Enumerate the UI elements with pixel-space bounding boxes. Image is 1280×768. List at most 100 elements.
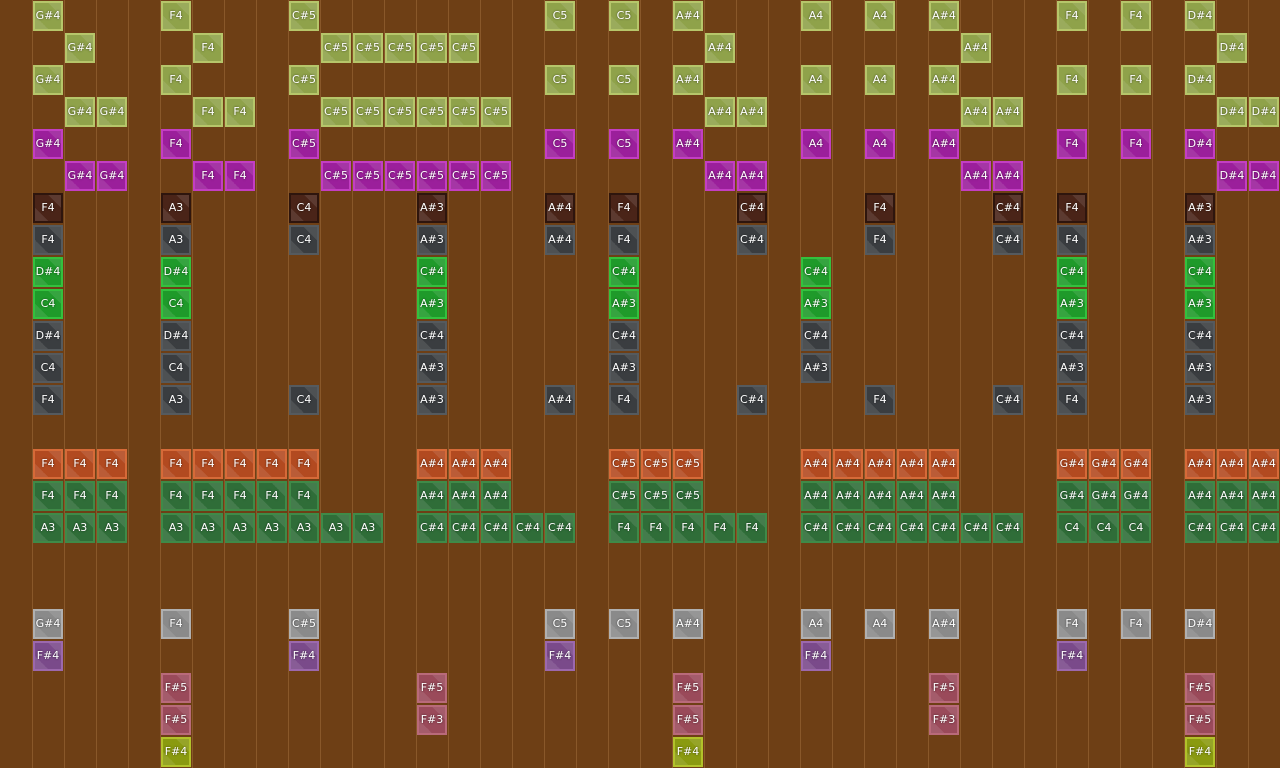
note-block[interactable]: F4 [97, 481, 127, 511]
note-block[interactable]: C#4 [449, 513, 479, 543]
note-block[interactable]: C#4 [417, 513, 447, 543]
note-grid-board[interactable]: G#4F4C#5C5C5A#4A4A4A#4F4F4D#4G#4F4C#5C#5… [0, 0, 1280, 768]
note-block[interactable]: C4 [161, 289, 191, 319]
note-block[interactable]: A#3 [417, 225, 447, 255]
note-block[interactable]: D#4 [1249, 97, 1279, 127]
note-block[interactable]: G#4 [33, 1, 63, 31]
note-block[interactable]: F#4 [801, 641, 831, 671]
note-block[interactable]: F4 [65, 449, 95, 479]
note-block[interactable]: A#4 [929, 65, 959, 95]
note-block[interactable]: C#5 [385, 97, 415, 127]
note-block[interactable]: F#3 [417, 705, 447, 735]
note-block[interactable]: F4 [161, 1, 191, 31]
note-block[interactable]: F4 [161, 609, 191, 639]
note-block[interactable]: A#4 [481, 481, 511, 511]
note-block[interactable]: A#3 [417, 385, 447, 415]
note-block[interactable]: A3 [161, 193, 191, 223]
note-block[interactable]: F4 [865, 225, 895, 255]
note-block[interactable]: A#4 [673, 129, 703, 159]
note-block[interactable]: C#4 [961, 513, 991, 543]
note-block[interactable]: A#4 [1249, 481, 1279, 511]
note-block[interactable]: A#4 [801, 449, 831, 479]
note-block[interactable]: C#5 [385, 33, 415, 63]
note-block[interactable]: A#4 [865, 449, 895, 479]
note-block[interactable]: F4 [1121, 609, 1151, 639]
note-block[interactable]: F4 [33, 385, 63, 415]
note-block[interactable]: C#4 [993, 385, 1023, 415]
note-block[interactable]: F4 [225, 481, 255, 511]
note-block[interactable]: A4 [801, 65, 831, 95]
note-block[interactable]: C5 [609, 1, 639, 31]
note-block[interactable]: C#4 [833, 513, 863, 543]
note-block[interactable]: F#4 [289, 641, 319, 671]
note-block[interactable]: A#4 [737, 161, 767, 191]
note-block[interactable]: C#5 [289, 129, 319, 159]
note-block[interactable]: A3 [33, 513, 63, 543]
note-block[interactable]: A3 [65, 513, 95, 543]
note-block[interactable]: F#5 [673, 705, 703, 735]
note-block[interactable]: F4 [641, 513, 671, 543]
note-block[interactable]: D#4 [1185, 609, 1215, 639]
note-block[interactable]: F4 [673, 513, 703, 543]
note-block[interactable]: D#4 [161, 257, 191, 287]
note-block[interactable]: A#4 [865, 481, 895, 511]
note-block[interactable]: A3 [193, 513, 223, 543]
note-block[interactable]: A#3 [1185, 289, 1215, 319]
note-block[interactable]: A#4 [833, 449, 863, 479]
note-block[interactable]: C#4 [609, 321, 639, 351]
note-block[interactable]: A#3 [417, 193, 447, 223]
note-block[interactable]: C#4 [993, 225, 1023, 255]
note-block[interactable]: A#4 [545, 225, 575, 255]
note-block[interactable]: A#4 [1185, 481, 1215, 511]
note-block[interactable]: A3 [97, 513, 127, 543]
note-block[interactable]: F#5 [1185, 673, 1215, 703]
note-block[interactable]: A#4 [1217, 449, 1247, 479]
note-block[interactable]: F4 [1121, 65, 1151, 95]
note-block[interactable]: F#5 [673, 673, 703, 703]
note-block[interactable]: A#4 [897, 449, 927, 479]
note-block[interactable]: F4 [1057, 193, 1087, 223]
note-block[interactable]: F4 [193, 33, 223, 63]
note-block[interactable]: C#4 [929, 513, 959, 543]
note-block[interactable]: C#5 [609, 449, 639, 479]
note-block[interactable]: F4 [1057, 1, 1087, 31]
note-block[interactable]: F4 [225, 97, 255, 127]
note-block[interactable]: D#4 [161, 321, 191, 351]
note-block[interactable]: A#4 [737, 97, 767, 127]
note-block[interactable]: D#4 [1185, 1, 1215, 31]
note-block[interactable]: C#5 [481, 161, 511, 191]
note-block[interactable]: F4 [289, 481, 319, 511]
note-block[interactable]: C5 [545, 609, 575, 639]
note-block[interactable]: C#5 [321, 97, 351, 127]
note-block[interactable]: A#3 [1057, 289, 1087, 319]
note-block[interactable]: D#4 [1249, 161, 1279, 191]
note-block[interactable]: A#4 [449, 481, 479, 511]
note-block[interactable]: G#4 [65, 161, 95, 191]
note-block[interactable]: F4 [705, 513, 735, 543]
note-block[interactable]: F#3 [929, 705, 959, 735]
note-block[interactable]: G#4 [33, 65, 63, 95]
note-block[interactable]: A#4 [417, 481, 447, 511]
note-block[interactable]: C#4 [1217, 513, 1247, 543]
note-block[interactable]: A#3 [1185, 225, 1215, 255]
note-block[interactable]: A#3 [801, 289, 831, 319]
note-block[interactable]: A#4 [929, 609, 959, 639]
note-block[interactable]: C#4 [737, 385, 767, 415]
note-block[interactable]: C#4 [897, 513, 927, 543]
note-block[interactable]: F4 [33, 225, 63, 255]
note-block[interactable]: A#4 [1249, 449, 1279, 479]
note-block[interactable]: F4 [193, 449, 223, 479]
note-block[interactable]: A#3 [1057, 353, 1087, 383]
note-block[interactable]: A#4 [449, 449, 479, 479]
note-block[interactable]: G#4 [65, 33, 95, 63]
note-block[interactable]: F4 [1121, 129, 1151, 159]
note-block[interactable]: F4 [865, 385, 895, 415]
note-block[interactable]: C#4 [1185, 513, 1215, 543]
note-block[interactable]: F4 [609, 385, 639, 415]
note-block[interactable]: C4 [1057, 513, 1087, 543]
note-block[interactable]: A#3 [1185, 385, 1215, 415]
note-block[interactable]: A4 [865, 1, 895, 31]
note-block[interactable]: F#4 [545, 641, 575, 671]
note-block[interactable]: F4 [1057, 225, 1087, 255]
note-block[interactable]: C5 [545, 129, 575, 159]
